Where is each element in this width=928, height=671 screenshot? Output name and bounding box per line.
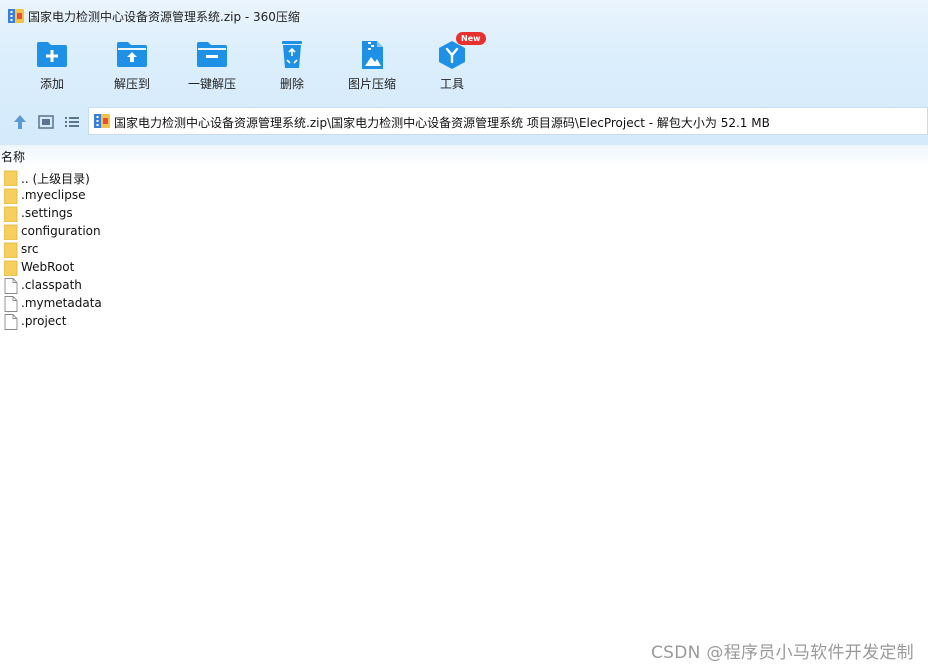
one-click-extract-icon [197, 42, 227, 67]
list-item-name: .. (上级目录) [21, 172, 90, 186]
folder-icon [4, 242, 18, 258]
one-click-extract-label: 一键解压 [187, 77, 236, 91]
arrow-up-icon[interactable] [10, 112, 30, 132]
list-item[interactable]: .. (上级目录) [0, 169, 928, 187]
address-bar[interactable]: 国家电力检测中心设备资源管理系统.zip\国家电力检测中心设备资源管理系统 项目… [88, 107, 928, 135]
image-compress-label: 图片压缩 [347, 77, 396, 91]
list-item[interactable]: .myeclipse [0, 187, 928, 205]
column-header-label: 名称 [1, 150, 26, 164]
list-item[interactable]: configuration [0, 223, 928, 241]
image-compress-button[interactable]: 图片压缩 [332, 38, 412, 98]
window-title: 国家电力检测中心设备资源管理系统.zip - 360压缩 [28, 10, 300, 24]
list-item-name: .project [21, 314, 67, 328]
list-item-name: .classpath [21, 278, 82, 292]
add-folder-icon [37, 42, 67, 67]
list-item-name: .myeclipse [21, 188, 86, 202]
list-item[interactable]: .settings [0, 205, 928, 223]
add-label: 添加 [39, 77, 64, 91]
title-bar: 国家电力检测中心设备资源管理系统.zip - 360压缩 [0, 0, 928, 32]
delete-button[interactable]: 删除 [252, 38, 332, 98]
list-item-name: .settings [21, 206, 73, 220]
list-item[interactable]: .classpath [0, 277, 928, 295]
recycle-delete-icon [282, 41, 302, 68]
delete-label: 删除 [279, 77, 304, 91]
folder-icon [4, 260, 18, 276]
extract-to-icon [117, 42, 147, 67]
tools-label: 工具 [439, 77, 464, 91]
file-list: .. (上级目录) .myeclipse .settings configura… [0, 169, 928, 331]
zip-archive-icon [94, 114, 110, 128]
list-item-name: .mymetadata [21, 296, 102, 310]
extract-to-button[interactable]: 解压到 [92, 38, 172, 98]
list-item[interactable]: .mymetadata [0, 295, 928, 313]
list-item[interactable]: src [0, 241, 928, 259]
folder-icon [4, 224, 18, 240]
file-icon [4, 296, 18, 312]
tools-button[interactable]: New 工具 [412, 32, 492, 98]
column-header-name[interactable]: 名称 [0, 145, 928, 167]
top-bar: 国家电力检测中心设备资源管理系统.zip - 360压缩 添加 解压到 一键解压… [0, 0, 928, 145]
folder-icon [4, 188, 18, 204]
watermark: CSDN @程序员小马软件开发定制 [651, 643, 914, 663]
zip-archive-icon [8, 9, 24, 23]
thumbnail-view-icon[interactable] [36, 112, 56, 132]
file-icon [4, 278, 18, 294]
new-badge: New [456, 32, 486, 45]
address-path: 国家电力检测中心设备资源管理系统.zip\国家电力检测中心设备资源管理系统 项目… [114, 116, 770, 130]
folder-icon [4, 170, 18, 186]
one-click-extract-button[interactable]: 一键解压 [172, 38, 252, 98]
file-icon [4, 314, 18, 330]
list-item-name: configuration [21, 224, 101, 238]
list-view-icon[interactable] [62, 112, 82, 132]
extract-to-label: 解压到 [113, 77, 150, 91]
add-button[interactable]: 添加 [12, 38, 92, 98]
list-item[interactable]: WebRoot [0, 259, 928, 277]
list-item-name: src [21, 242, 39, 256]
folder-icon [4, 206, 18, 222]
list-item[interactable]: .project [0, 313, 928, 331]
navigation-row: 国家电力检测中心设备资源管理系统.zip\国家电力检测中心设备资源管理系统 项目… [0, 106, 928, 138]
image-compress-icon [362, 41, 383, 69]
list-item-name: WebRoot [21, 260, 75, 274]
